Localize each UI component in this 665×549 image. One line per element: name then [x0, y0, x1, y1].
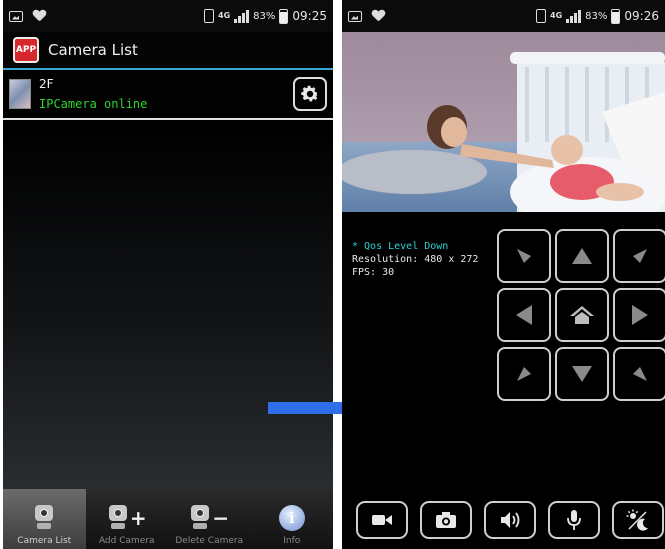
resolution-text: Resolution: 480 x 272	[352, 254, 479, 265]
gallery-icon	[348, 10, 362, 22]
nav-label: Add Camera	[98, 536, 155, 546]
arrow-down-right-icon	[633, 367, 647, 381]
arrow-up-icon	[572, 248, 592, 264]
camera-name: 2F	[39, 77, 54, 91]
battery-percent: 83%	[585, 10, 608, 22]
device-icon	[204, 9, 215, 23]
clock: 09:25	[292, 9, 327, 23]
nav-camera-list[interactable]: Camera List	[3, 489, 86, 549]
network-type: 4G	[218, 11, 231, 20]
ptz-up-right-button[interactable]	[613, 229, 665, 283]
nav-delete-camera[interactable]: − Delete Camera	[168, 489, 251, 549]
heart-icon	[372, 10, 385, 22]
ptz-down-right-button[interactable]	[613, 347, 665, 401]
battery-percent: 83%	[253, 10, 276, 22]
camera-controls	[356, 501, 664, 539]
camera-list-empty-area	[3, 122, 333, 489]
night-mode-icon	[626, 509, 648, 531]
network-type: 4G	[550, 11, 563, 20]
fps-text: FPS: 30	[352, 267, 395, 278]
clock: 09:26	[624, 9, 659, 23]
device-icon	[536, 9, 547, 23]
live-video-feed[interactable]	[342, 32, 665, 212]
ptz-home-button[interactable]	[555, 288, 609, 342]
app-title-bar: APP Camera List	[3, 32, 333, 70]
add-camera-icon: +	[107, 505, 147, 531]
speaker-button[interactable]	[484, 501, 536, 539]
arrow-up-left-icon	[517, 249, 531, 263]
delete-camera-icon: −	[189, 505, 229, 531]
record-video-button[interactable]	[356, 501, 408, 539]
snapshot-icon	[436, 512, 456, 528]
signal-icon	[566, 9, 582, 23]
ptz-up-left-button[interactable]	[497, 229, 551, 283]
nav-label: Delete Camera	[175, 536, 244, 546]
ptz-control-pad	[497, 229, 665, 406]
arrow-up-right-icon	[633, 249, 647, 263]
qos-status: * Qos Level Down	[352, 241, 449, 252]
status-bar: 4G 83% 09:25	[3, 0, 333, 32]
camera-list-screen: 4G 83% 09:25 APP Camera List 2F IPCamera…	[3, 0, 333, 549]
signal-icon	[234, 9, 250, 23]
status-bar: 4G 83% 09:26	[342, 0, 665, 32]
ptz-up-button[interactable]	[555, 229, 609, 283]
arrow-down-left-icon	[517, 367, 531, 381]
camera-settings-button[interactable]	[293, 77, 327, 111]
ptz-down-left-button[interactable]	[497, 347, 551, 401]
gear-icon	[301, 85, 319, 102]
bottom-navigation: Camera List + Add Camera − Delete Camera…	[3, 489, 333, 549]
camera-status: IPCamera online	[39, 97, 148, 111]
nav-label: Info	[283, 536, 301, 546]
gallery-icon	[9, 10, 23, 22]
battery-icon	[279, 8, 289, 24]
speaker-icon	[501, 512, 520, 528]
stream-info: * Qos Level Down Resolution: 480 x 272 F…	[352, 240, 478, 279]
app-logo: APP	[13, 37, 39, 63]
nav-label: Camera List	[17, 536, 72, 546]
ptz-right-button[interactable]	[613, 288, 665, 342]
camera-list-item[interactable]: 2F IPCamera online	[3, 70, 333, 120]
nav-add-camera[interactable]: + Add Camera	[86, 489, 169, 549]
video-record-icon	[372, 515, 392, 525]
microphone-icon	[567, 510, 581, 530]
home-icon	[570, 306, 594, 324]
camera-thumbnail	[9, 79, 31, 109]
arrow-left-icon	[516, 305, 532, 325]
ptz-left-button[interactable]	[497, 288, 551, 342]
heart-icon	[33, 10, 46, 22]
battery-icon	[611, 8, 621, 24]
arrow-down-icon	[572, 366, 592, 382]
camera-icon	[33, 505, 55, 531]
snapshot-button[interactable]	[420, 501, 472, 539]
arrow-right-icon	[632, 305, 648, 325]
live-view-screen: 4G 83% 09:26 * Qos Level Down Resolution…	[342, 0, 665, 549]
info-icon: i	[278, 505, 305, 531]
ptz-down-button[interactable]	[555, 347, 609, 401]
page-title: Camera List	[48, 41, 138, 59]
nav-info[interactable]: i Info	[251, 489, 334, 549]
microphone-button[interactable]	[548, 501, 600, 539]
night-mode-button[interactable]	[612, 501, 664, 539]
